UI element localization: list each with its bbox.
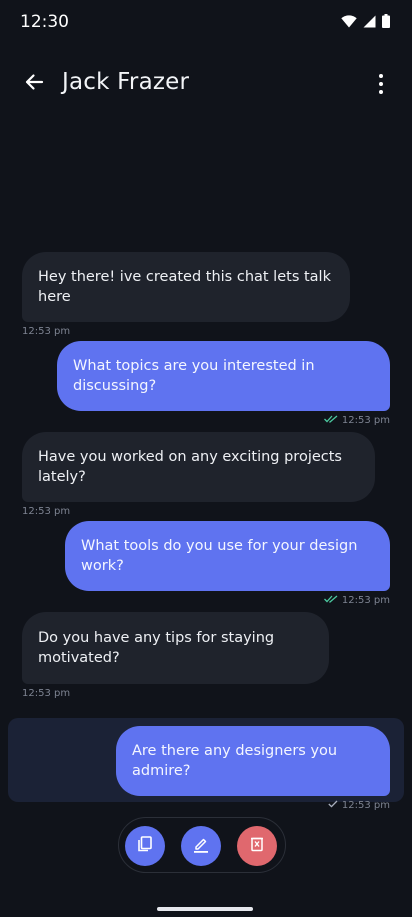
message-action-bar [118,817,286,873]
message-incoming[interactable]: Have you worked on any exciting projects… [22,432,375,517]
status-bar: 12:30 [0,0,412,44]
arrow-left-icon [24,72,44,97]
message-meta: 12:53 pm [22,506,375,517]
double-check-icon [323,415,338,426]
message-time: 12:53 pm [22,688,71,699]
chat-title: Jack Frazer [62,69,190,95]
copy-button[interactable] [125,826,165,866]
more-vertical-icon-dot [379,90,383,94]
status-time: 12:30 [20,12,69,32]
edit-button[interactable] [181,826,221,866]
home-indicator[interactable] [157,907,253,911]
back-button[interactable] [20,70,48,98]
message-bubble[interactable]: What topics are you interested in discus… [57,341,390,411]
more-vertical-icon-dot [379,82,383,86]
message-incoming[interactable]: Do you have any tips for staying motivat… [22,612,329,699]
double-check-icon [323,595,338,606]
message-bubble[interactable]: Do you have any tips for staying motivat… [22,612,329,684]
message-time: 12:53 pm [341,595,390,606]
message-bubble[interactable]: What tools do you use for your design wo… [65,521,390,591]
message-meta: 12:53 pm [65,595,390,606]
message-meta: 12:53 pm [22,688,329,699]
message-bubble[interactable]: Hey there! ive created this chat lets ta… [22,252,350,322]
app-bar: Jack Frazer [0,56,412,112]
single-check-icon [328,800,338,811]
message-outgoing[interactable]: What tools do you use for your design wo… [65,521,390,606]
wifi-icon [341,14,357,33]
delete-button[interactable] [237,826,277,866]
message-meta: 12:53 pm [22,326,350,337]
message-time: 12:53 pm [22,326,71,337]
status-icons [341,14,390,33]
cellular-icon [363,15,376,33]
message-time: 12:53 pm [22,506,71,517]
message-time: 12:53 pm [341,800,390,811]
message-outgoing-selected[interactable]: Are there any designers you admire? 12:5… [116,726,390,811]
message-outgoing[interactable]: What topics are you interested in discus… [57,341,390,426]
message-bubble[interactable]: Have you worked on any exciting projects… [22,432,375,502]
message-meta: 12:53 pm [116,800,390,811]
message-time: 12:53 pm [341,415,390,426]
message-meta: 12:53 pm [57,415,390,426]
edit-icon [191,834,211,859]
message-incoming[interactable]: Hey there! ive created this chat lets ta… [22,252,350,337]
copy-icon [136,835,154,858]
battery-icon [382,14,390,33]
more-options-button[interactable] [372,70,390,98]
message-bubble[interactable]: Are there any designers you admire? [116,726,390,796]
delete-icon [248,835,266,858]
more-vertical-icon-dot [379,74,383,78]
